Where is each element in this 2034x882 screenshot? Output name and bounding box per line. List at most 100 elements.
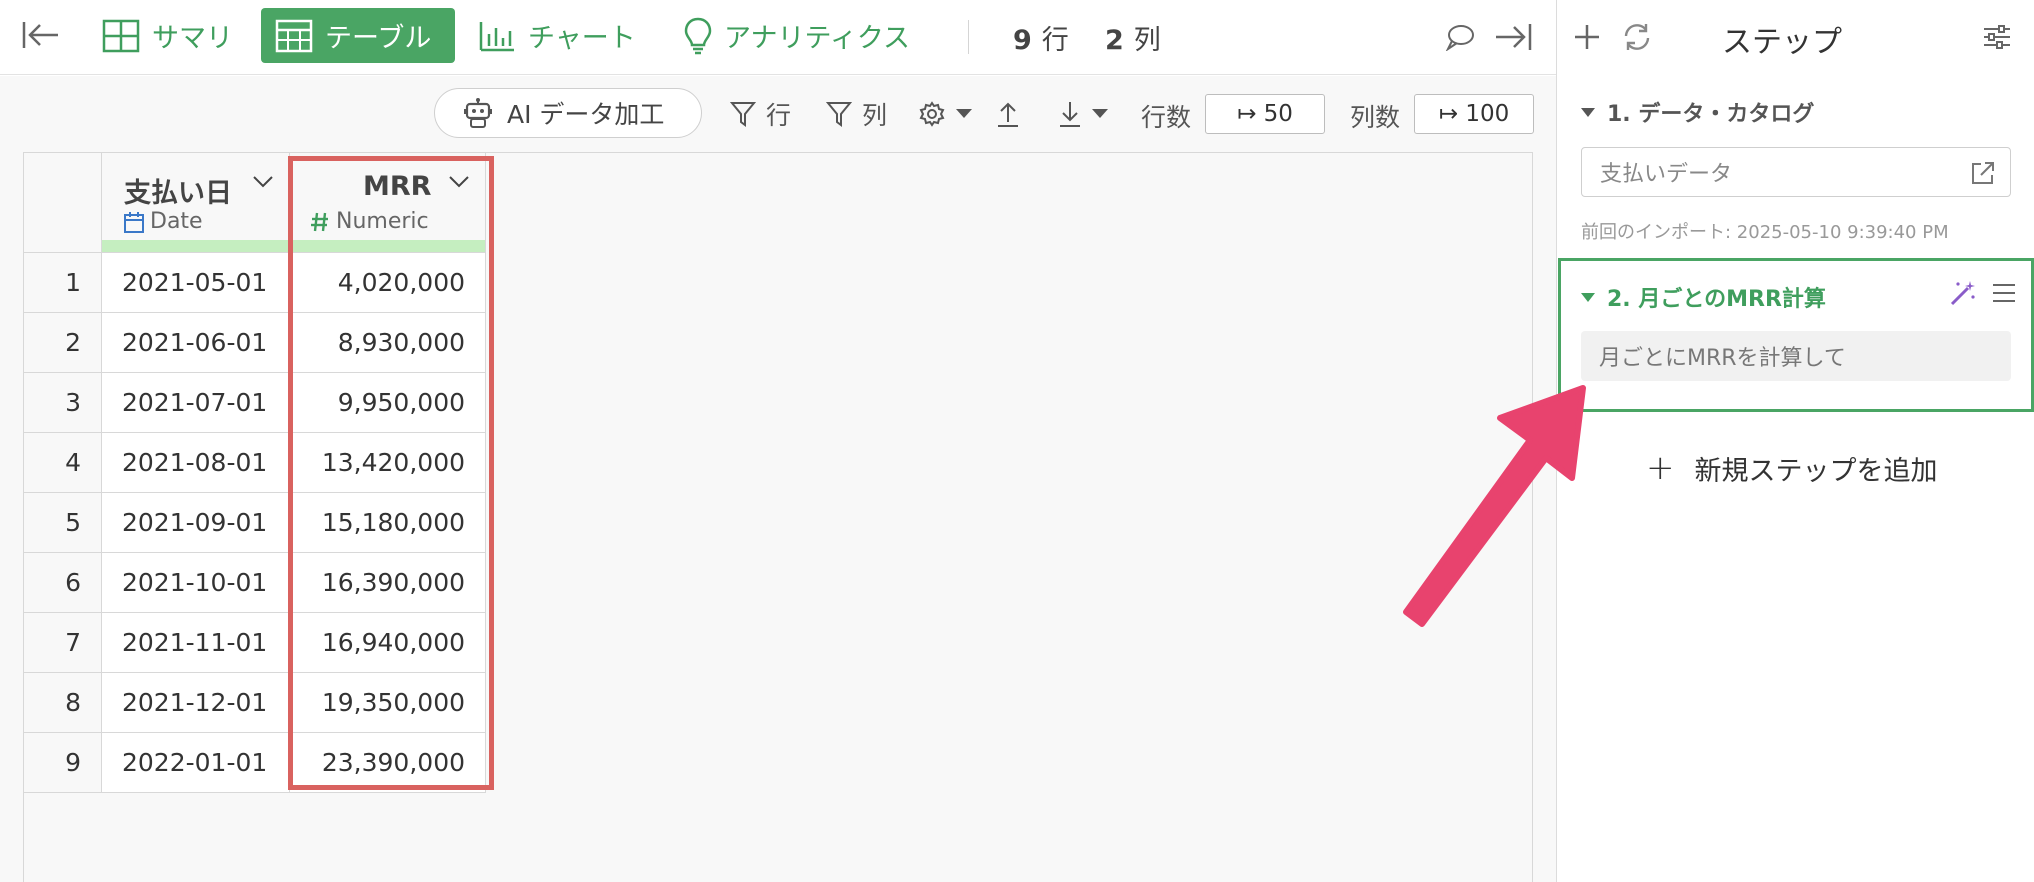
- table-row: 4 2021-08-01 13,420,000: [24, 433, 494, 493]
- upload-icon: [998, 102, 1018, 127]
- mrr-cell[interactable]: 9,950,000: [290, 373, 486, 433]
- data-source-name: 支払いデータ: [1600, 162, 1733, 187]
- refresh-button[interactable]: [1617, 17, 1657, 57]
- collapse-right-button[interactable]: [1494, 17, 1534, 57]
- col-filter-button[interactable]: 列: [826, 94, 887, 134]
- row-filter-button[interactable]: 行: [730, 94, 791, 134]
- row-number-cell: 5: [24, 493, 102, 553]
- mrr-cell[interactable]: 15,180,000: [290, 493, 486, 553]
- step-2-header[interactable]: 2. 月ごとのMRR計算: [1581, 281, 1826, 313]
- column-type: Numeric: [310, 209, 429, 234]
- table-row: 8 2021-12-01 19,350,000: [24, 673, 494, 733]
- plus-icon: +: [1646, 448, 1675, 488]
- download-dropdown[interactable]: [1058, 94, 1118, 134]
- column-type-label: Numeric: [336, 209, 429, 234]
- mrr-cell[interactable]: 19,350,000: [290, 673, 486, 733]
- ai-data-processing-button[interactable]: AI データ加工: [434, 88, 702, 138]
- col-count: 2列: [1105, 18, 1161, 57]
- row-number-cell: 3: [24, 373, 102, 433]
- payment-date-cell[interactable]: 2022-01-01: [102, 733, 290, 793]
- comment-icon: [1445, 25, 1474, 51]
- mrr-cell[interactable]: 4,020,000: [290, 253, 486, 313]
- steps-panel: ステップ 1. データ・カタログ 支払いデータ 前回のインポート: 2025-0…: [1556, 0, 2034, 882]
- table-row: 7 2021-11-01 16,940,000: [24, 613, 494, 673]
- mrr-cell[interactable]: 13,420,000: [290, 433, 486, 493]
- payment-date-cell[interactable]: 2021-09-01: [102, 493, 290, 553]
- menu-icon[interactable]: [1991, 282, 2017, 304]
- column-quality-bar: [290, 240, 485, 252]
- row-count: 9行: [1013, 18, 1069, 57]
- collapse-left-icon: [22, 22, 58, 48]
- refresh-icon: [1624, 24, 1650, 50]
- sliders-icon: [1984, 25, 2010, 49]
- col-limit-input[interactable]: ↦ 100: [1414, 94, 1534, 134]
- tab-table[interactable]: テーブル: [261, 8, 455, 63]
- steps-panel-title: ステップ: [1722, 25, 1842, 60]
- collapse-right-icon: [1496, 24, 1532, 50]
- step-2-prompt[interactable]: 月ごとにMRRを計算して: [1581, 331, 2011, 381]
- column-name: 支払い日: [124, 178, 232, 209]
- payment-date-cell[interactable]: 2021-05-01: [102, 253, 290, 313]
- payment-date-cell[interactable]: 2021-10-01: [102, 553, 290, 613]
- mrr-cell[interactable]: 8,930,000: [290, 313, 486, 373]
- chevron-down-icon[interactable]: [448, 175, 470, 189]
- chevron-down-icon[interactable]: [252, 175, 274, 189]
- row-count-unit: 行: [1041, 25, 1069, 56]
- summary-grid-icon: [102, 19, 140, 52]
- payment-date-cell[interactable]: 2021-12-01: [102, 673, 290, 733]
- external-link-icon[interactable]: [1970, 160, 1996, 186]
- table-row: 3 2021-07-01 9,950,000: [24, 373, 494, 433]
- table-row: 1 2021-05-01 4,020,000: [24, 253, 494, 313]
- row-limit-input[interactable]: ↦ 50: [1205, 94, 1325, 134]
- column-quality-bar: [102, 240, 289, 252]
- col-count-unit: 列: [1133, 25, 1161, 56]
- robot-icon: [464, 98, 492, 128]
- table-row: 9 2022-01-01 23,390,000: [24, 733, 494, 793]
- data-grid: 支払い日 Date MRR Numeric 1 2021-05-01 4,020…: [23, 152, 1533, 882]
- row-number-cell: 6: [24, 553, 102, 613]
- tab-chart[interactable]: チャート: [464, 8, 650, 63]
- table-row: 5 2021-09-01 15,180,000: [24, 493, 494, 553]
- mrr-cell[interactable]: 16,940,000: [290, 613, 486, 673]
- payment-date-cell[interactable]: 2021-06-01: [102, 313, 290, 373]
- add-step-button[interactable]: [1567, 17, 1607, 57]
- mrr-cell[interactable]: 16,390,000: [290, 553, 486, 613]
- caret-down-icon: [956, 109, 972, 118]
- gear-icon: [919, 101, 945, 127]
- tab-chart-label: チャート: [528, 23, 636, 54]
- tab-analytics[interactable]: アナリティクス: [670, 8, 924, 63]
- payment-date-cell[interactable]: 2021-07-01: [102, 373, 290, 433]
- tab-summary[interactable]: サマリ: [88, 8, 247, 63]
- row-limit-label: 行数: [1141, 103, 1192, 132]
- payment-date-cell[interactable]: 2021-08-01: [102, 433, 290, 493]
- calendar-icon: [124, 211, 144, 233]
- ai-button-label: AI データ加工: [507, 100, 665, 129]
- filter-icon: [826, 102, 852, 127]
- magic-wand-icon[interactable]: [1949, 279, 1977, 307]
- payment-date-cell[interactable]: 2021-11-01: [102, 613, 290, 673]
- plus-icon: [1575, 25, 1599, 49]
- table-area: 支払い日 Date MRR Numeric 1 2021-05-01 4,020…: [0, 152, 1556, 882]
- comment-button[interactable]: [1440, 17, 1480, 57]
- tab-table-label: テーブル: [325, 23, 432, 54]
- mrr-cell[interactable]: 23,390,000: [290, 733, 486, 793]
- tab-analytics-label: アナリティクス: [724, 23, 911, 54]
- settings-dropdown[interactable]: [918, 94, 982, 134]
- column-header-mrr[interactable]: MRR Numeric: [290, 153, 486, 253]
- step-1-header[interactable]: 1. データ・カタログ: [1581, 96, 1814, 128]
- data-source-field[interactable]: 支払いデータ: [1581, 147, 2011, 197]
- column-name: MRR: [363, 171, 432, 202]
- add-new-step-button[interactable]: + 新規ステップを追加: [1646, 448, 1938, 488]
- column-header-payment-date[interactable]: 支払い日 Date: [102, 153, 290, 253]
- row-number-cell: 2: [24, 313, 102, 373]
- table-row: 2 2021-06-01 8,930,000: [24, 313, 494, 373]
- table-row: 6 2021-10-01 16,390,000: [24, 553, 494, 613]
- step-2-card[interactable]: 2. 月ごとのMRR計算 月ごとにMRRを計算して: [1558, 258, 2034, 412]
- panel-settings-button[interactable]: [1977, 17, 2017, 57]
- toolbar-divider: [968, 20, 969, 54]
- tab-summary-label: サマリ: [152, 23, 233, 54]
- hash-icon: [311, 212, 328, 231]
- collapse-left-button[interactable]: [18, 17, 62, 53]
- table-toolbar: AI データ加工 行 列 行数 ↦ 50 列数 ↦ 100: [0, 76, 1556, 152]
- upload-button[interactable]: [996, 94, 1030, 134]
